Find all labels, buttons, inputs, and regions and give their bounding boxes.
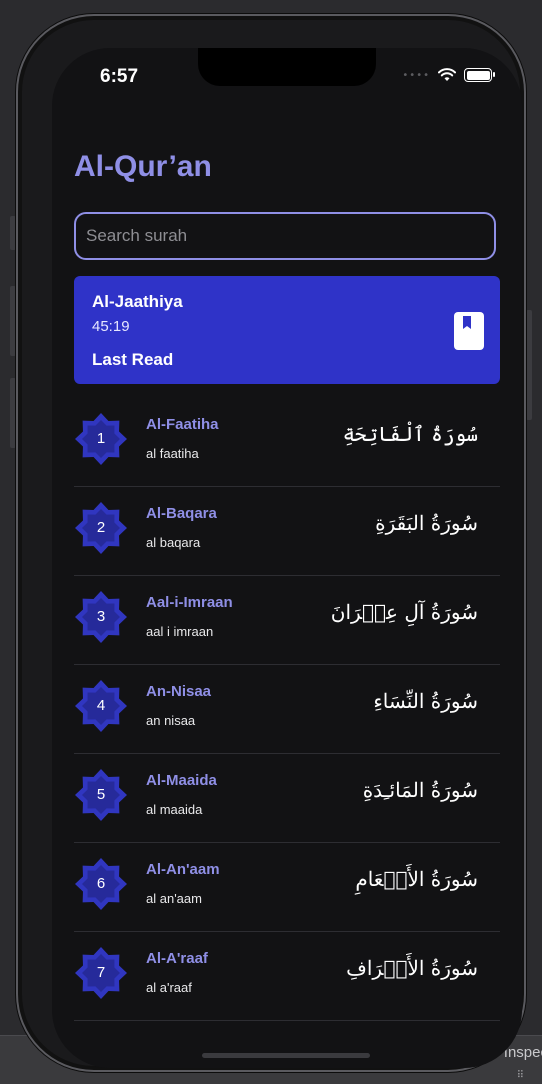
notch: [198, 48, 376, 86]
last-read-label: Last Read: [92, 350, 174, 369]
surah-number: 3: [96, 608, 106, 625]
surah-row[interactable]: 3 Aal-i-Imraan aal i imraan سُورَةُ آلِ عِم…: [74, 576, 500, 665]
battery-icon: [464, 68, 495, 82]
surah-name: Aal-i-Imraan: [146, 594, 233, 611]
status-icons: ••••: [402, 68, 495, 82]
surah-transliteration: al maaida: [146, 802, 203, 817]
surah-arabic-name: سُورَةُ الأَعۡرَافِ: [346, 956, 478, 980]
surah-arabic-name: سُورَةُ ٱلْفَاتِحَةِ: [342, 422, 478, 446]
surah-transliteration: al a'raaf: [146, 980, 192, 995]
app-screen: 6:57 •••• Al-Qur’an Al-Jaathiya 45:19 La…: [52, 48, 522, 1068]
surah-name: Al-Faatiha: [146, 416, 219, 433]
surah-arabic-name: سُورَةُ المَائـِدَةِ: [362, 778, 478, 802]
surah-name: Al-Baqara: [146, 505, 217, 522]
surah-number: 6: [96, 875, 106, 892]
surah-transliteration: al an'aam: [146, 891, 202, 906]
surah-row[interactable]: 7 Al-A'raaf al a'raaf سُورَةُ الأَعۡرَافِ: [74, 932, 500, 1021]
surah-row[interactable]: 2 Al-Baqara al baqara سُورَةُ البَقَرَةِ: [74, 487, 500, 576]
surah-transliteration: aal i imraan: [146, 624, 214, 639]
last-read-card[interactable]: Al-Jaathiya 45:19 Last Read: [74, 276, 500, 384]
wifi-icon: [438, 68, 456, 81]
surah-number: 1: [96, 430, 106, 447]
surah-list: 1 Al-Faatiha al faatiha سُورَةُ ٱلْفَاتِحَة…: [74, 398, 500, 1021]
surah-arabic-name: سُورَةُ آلِ عِمۡرَانَ: [330, 600, 478, 624]
surah-row[interactable]: 5 Al-Maaida al maaida سُورَةُ المَائـِدَةِ: [74, 754, 500, 843]
surah-name: Al-Maaida: [146, 772, 217, 789]
surah-arabic-name: سُورَةُ الأَنۡعَامِ: [355, 867, 478, 891]
page-title: Al-Qur’an: [74, 150, 212, 183]
status-time: 6:57: [100, 66, 139, 87]
surah-transliteration: al baqara: [146, 535, 201, 550]
surah-arabic-name: سُورَةُ البَقَرَةِ: [375, 511, 478, 535]
surah-number: 2: [96, 519, 106, 536]
bookmark-book-icon: [454, 312, 484, 350]
surah-row[interactable]: 6 Al-An'aam al an'aam سُورَةُ الأَنۡعَامِ: [74, 843, 500, 932]
surah-number: 7: [96, 964, 106, 981]
surah-transliteration: an nisaa: [146, 713, 196, 728]
inspector-label[interactable]: Inspec: [504, 1044, 542, 1061]
surah-number: 5: [96, 786, 106, 803]
inspector-handle-icon: ⠿: [516, 1070, 524, 1081]
surah-transliteration: al faatiha: [146, 446, 199, 461]
power-button: [526, 310, 532, 420]
search-input[interactable]: [74, 212, 496, 260]
surah-name: Al-A'raaf: [146, 950, 208, 967]
home-indicator: [202, 1053, 370, 1058]
surah-name: Al-An'aam: [146, 861, 220, 878]
surah-row[interactable]: 4 An-Nisaa an nisaa سُورَةُ النِّسَاءِ: [74, 665, 500, 754]
signal-icon: ••••: [402, 69, 430, 81]
phone-frame: 6:57 •••• Al-Qur’an Al-Jaathiya 45:19 La…: [16, 14, 526, 1072]
surah-number: 4: [96, 697, 106, 714]
last-read-surah: Al-Jaathiya: [92, 292, 183, 311]
surah-name: An-Nisaa: [146, 683, 212, 700]
surah-arabic-name: سُورَةُ النِّسَاءِ: [373, 689, 478, 713]
surah-row[interactable]: 1 Al-Faatiha al faatiha سُورَةُ ٱلْفَاتِحَة…: [74, 398, 500, 487]
last-read-ayah: 45:19: [92, 318, 130, 335]
